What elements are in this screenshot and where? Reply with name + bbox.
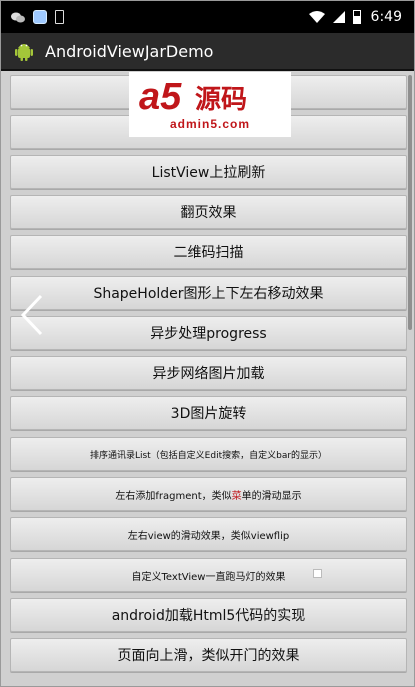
button-list[interactable]: TextView...跑马灯 左右上下拉...带的控件) ListView上拉刷… — [1, 71, 414, 686]
fragment-slide-menu-button[interactable]: 左右添加fragment，类似菜单的滑动显示 — [10, 477, 407, 511]
async-progress-button[interactable]: 异步处理progress — [10, 316, 407, 350]
status-bar: 6:49 — [1, 1, 414, 33]
watermark-logo: a5 源码 admin5.com — [129, 72, 291, 137]
android-icon — [15, 44, 33, 61]
load-html5-button[interactable]: android加载Html5代码的实现 — [10, 598, 407, 632]
shapeholder-move-button[interactable]: ShapeHolder图形上下左右移动效果 — [10, 276, 407, 310]
wechat-icon — [11, 12, 25, 22]
phone-screen: 6:49 AndroidViewJarDemo TextView...跑马灯 左… — [0, 0, 415, 687]
fragment-slide-label-pre: 左右添加fragment，类似 — [115, 490, 232, 502]
status-time: 6:49 — [370, 9, 402, 25]
async-image-load-button[interactable]: 异步网络图片加载 — [10, 356, 407, 390]
action-bar: AndroidViewJarDemo — [1, 33, 414, 71]
view-slide-flip-button[interactable]: 左右view的滑动效果，类似viewflip — [10, 517, 407, 551]
sd-card-icon — [55, 10, 64, 24]
cursor-square-icon — [313, 569, 322, 578]
wifi-icon — [308, 11, 325, 23]
custom-marquee-textview-button[interactable]: 自定义TextView一直跑马灯的效果 — [10, 558, 407, 592]
battery-icon — [352, 10, 361, 24]
qr-code-scan-button[interactable]: 二维码扫描 — [10, 235, 407, 269]
app-title: AndroidViewJarDemo — [45, 41, 214, 61]
watermark-url: admin5.com — [169, 117, 251, 131]
chevron-left-icon[interactable] — [19, 293, 45, 337]
3d-image-rotate-button[interactable]: 3D图片旋转 — [10, 396, 407, 430]
page-flip-button[interactable]: 翻页效果 — [10, 195, 407, 229]
slide-up-door-effect-button[interactable]: 页面向上滑，类似开门的效果 — [10, 638, 407, 672]
a5-logo-icon: a5 源码 — [139, 78, 247, 116]
svg-text:a5: a5 — [139, 78, 182, 116]
listview-pull-refresh-button[interactable]: ListView上拉刷新 — [10, 155, 407, 189]
fragment-slide-label-red: 菜 — [231, 490, 242, 502]
svg-text:源码: 源码 — [195, 85, 247, 115]
fragment-slide-label-post: 单的滑动显示 — [241, 490, 302, 502]
scrollbar[interactable] — [408, 75, 412, 330]
system-icons: 6:49 — [308, 9, 402, 25]
notification-icons — [11, 10, 64, 24]
app-notification-icon — [33, 10, 47, 24]
sorted-contacts-list-button[interactable]: 排序通讯录List（包括自定义Edit搜索，自定义bar的显示） — [10, 437, 407, 471]
signal-icon — [332, 11, 345, 23]
